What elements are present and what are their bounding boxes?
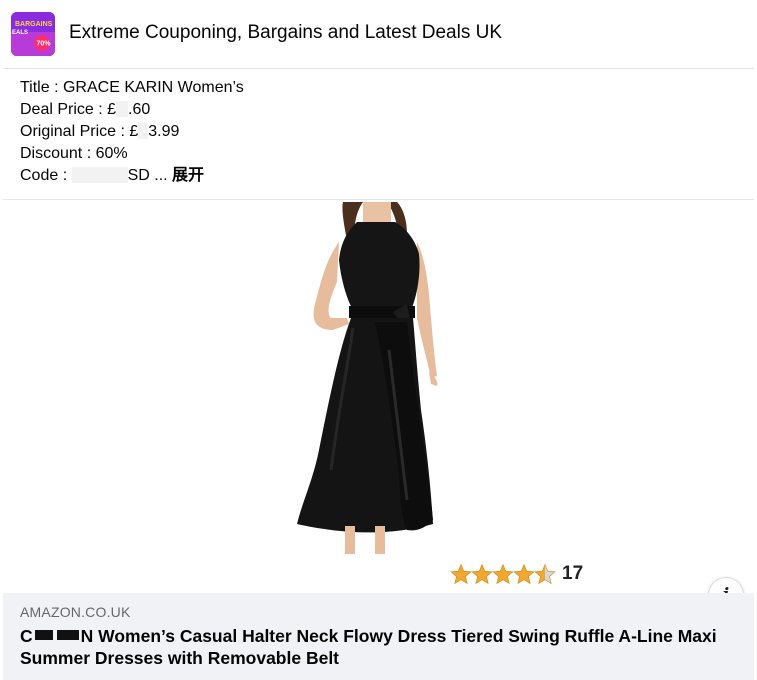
svg-text:70%: 70% bbox=[37, 41, 52, 48]
post-header: BARGAINS EALS 70% Extreme Couponing, Bar… bbox=[3, 0, 754, 69]
redacted-text: XXXXX bbox=[71, 167, 128, 183]
rating-count: 17 bbox=[562, 563, 584, 584]
post-line-code: Code : XXXXXSD ... 展开 bbox=[20, 167, 205, 184]
star-icon bbox=[534, 563, 556, 585]
link-domain: AMAZON.CO.UK bbox=[20, 604, 131, 620]
link-title[interactable]: CN Women’s Casual Halter Neck Flowy Dres… bbox=[20, 625, 735, 669]
link-preview[interactable]: AMAZON.CO.UK CN Women’s Casual Halter Ne… bbox=[3, 593, 754, 680]
page-name[interactable]: Extreme Couponing, Bargains and Latest D… bbox=[69, 22, 502, 44]
redacted-text: 0 bbox=[138, 123, 149, 139]
product-image[interactable] bbox=[3, 200, 754, 593]
svg-text:BARGAINS: BARGAINS bbox=[15, 21, 53, 28]
dress-photo bbox=[297, 202, 438, 554]
svg-text:EALS: EALS bbox=[12, 30, 28, 36]
post-message: Title : GRACE KARIN Women’s Deal Price :… bbox=[20, 77, 740, 187]
star-icon bbox=[513, 563, 535, 585]
redacted-block bbox=[34, 630, 53, 640]
star-icon bbox=[492, 563, 514, 585]
page-avatar[interactable]: BARGAINS EALS 70% bbox=[11, 12, 55, 56]
star-icon bbox=[450, 563, 472, 585]
see-more-link[interactable]: 展开 bbox=[172, 167, 204, 184]
post-line-deal-price: Deal Price : £00.60 bbox=[20, 101, 151, 118]
rating-stars bbox=[450, 563, 556, 585]
facebook-post-card: BARGAINS EALS 70% Extreme Couponing, Bar… bbox=[3, 0, 754, 680]
star-icon bbox=[471, 563, 493, 585]
redacted-text: 00 bbox=[116, 101, 129, 117]
product-rating: 17 bbox=[450, 563, 583, 589]
post-line-title: Title : GRACE KARIN Women’s bbox=[20, 79, 244, 96]
redacted-block bbox=[56, 630, 79, 640]
post-line-original-price: Original Price : £03.99 bbox=[20, 123, 180, 140]
post-line-discount: Discount : 60% bbox=[20, 145, 128, 162]
